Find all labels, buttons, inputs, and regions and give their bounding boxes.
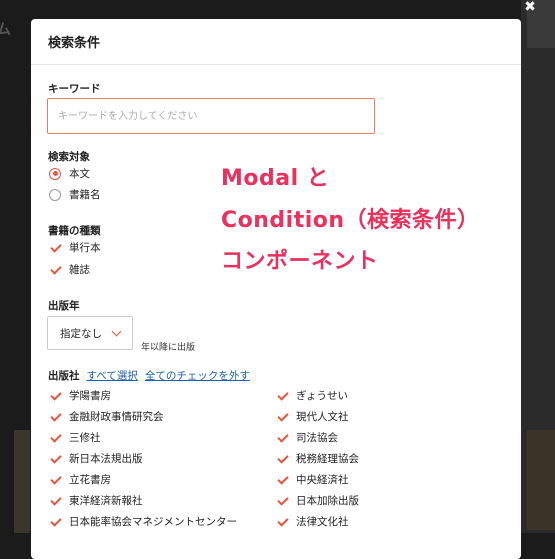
publisher-option-label: 学陽書房 (69, 390, 111, 402)
publisher-option-label: 司法協会 (296, 432, 338, 444)
checkmark-icon (277, 390, 288, 401)
publisher-option-label: 日本加除出版 (296, 495, 359, 507)
target-label: 検索対象 (48, 151, 90, 163)
publisher-option[interactable]: 立花書房 (50, 472, 111, 487)
keyword-input[interactable] (47, 98, 375, 134)
publisher-option-label: 中央経済社 (296, 474, 349, 486)
chevron-down-icon (111, 326, 122, 337)
publisher-option[interactable]: 司法協会 (277, 430, 338, 445)
publisher-option-label: 三修社 (69, 432, 101, 444)
publisher-option-label: 日本能率協会マネジメントセンター (69, 516, 237, 528)
target-option-label: 書籍名 (69, 189, 101, 201)
target-option-label: 本文 (69, 168, 90, 180)
checkmark-icon (50, 495, 61, 506)
overlay-caption-line2: Condition（検索条件） (221, 208, 480, 233)
checkmark-icon (50, 432, 61, 443)
background-right-strip (521, 0, 555, 533)
book-type-option-label: 単行本 (69, 242, 101, 254)
checkmark-icon (277, 432, 288, 443)
publisher-label: 出版社 (48, 370, 80, 382)
checkmark-icon (50, 390, 61, 401)
publisher-option[interactable]: 日本能率協会マネジメントセンター (50, 514, 237, 529)
background-book-cover (527, 430, 555, 530)
book-type-label: 書籍の種類 (48, 225, 101, 237)
checkmark-icon (50, 411, 61, 422)
publisher-option-label: 新日本法規出版 (69, 453, 143, 465)
target-option-title[interactable]: 書籍名 (49, 187, 101, 202)
checkmark-icon (277, 495, 288, 506)
publisher-option-label: 法律文化社 (296, 516, 349, 528)
background-book-cover (14, 430, 30, 533)
publisher-option-label: 東洋経済新報社 (69, 495, 143, 507)
publisher-option[interactable]: 三修社 (50, 430, 101, 445)
publisher-option[interactable]: 中央経済社 (277, 472, 349, 487)
publisher-option[interactable]: 学陽書房 (50, 388, 111, 403)
checkmark-icon (277, 453, 288, 464)
publisher-option[interactable]: 日本加除出版 (277, 493, 359, 508)
publisher-option[interactable]: 法律文化社 (277, 514, 349, 529)
publisher-option[interactable]: 税務経理協会 (277, 451, 359, 466)
year-suffix: 年以降に出版 (141, 343, 196, 353)
publisher-option[interactable]: 金融財政事情研究会 (50, 409, 164, 424)
publisher-option[interactable]: 新日本法規出版 (50, 451, 143, 466)
keyword-label: キーワード (48, 83, 101, 95)
checkmark-icon (50, 242, 61, 253)
book-type-option-magazine[interactable]: 雑誌 (50, 262, 90, 277)
publisher-option[interactable]: 東洋経済新報社 (50, 493, 143, 508)
search-condition-modal: 検索条件 キーワード 検索対象 本文 書籍名 書籍の種類 単行本 雑誌 出版年 … (31, 19, 521, 559)
select-all-link[interactable]: すべて選択 (87, 368, 138, 383)
year-label: 出版年 (48, 300, 80, 312)
book-type-option-tankobon[interactable]: 単行本 (50, 240, 101, 255)
checkmark-icon (50, 474, 61, 485)
book-type-option-label: 雑誌 (69, 264, 90, 276)
radio-selected-icon (49, 167, 61, 180)
overlay-caption-line1: Modal と (221, 166, 330, 191)
checkmark-icon (50, 264, 61, 275)
target-option-body[interactable]: 本文 (49, 166, 90, 181)
background-title-fragment: ム (0, 20, 12, 38)
checkmark-icon (277, 474, 288, 485)
clear-all-link[interactable]: 全てのチェックを外す (145, 368, 250, 383)
checkmark-icon (277, 411, 288, 422)
year-select-value: 指定なし (60, 327, 102, 340)
checkmark-icon (50, 453, 61, 464)
year-select[interactable]: 指定なし (47, 316, 133, 350)
publisher-option-label: 税務経理協会 (296, 453, 359, 465)
radio-unselected-icon (49, 188, 61, 201)
publisher-option[interactable]: ぎょうせい (277, 388, 348, 403)
publisher-option-label: 金融財政事情研究会 (69, 411, 164, 423)
publisher-option-label: 立花書房 (69, 474, 111, 486)
publisher-option[interactable]: 現代人文社 (277, 409, 349, 424)
publisher-option-label: ぎょうせい (296, 390, 348, 402)
close-icon[interactable]: ✖ (523, 0, 537, 14)
publisher-header: 出版社 すべて選択 全てのチェックを外す (48, 368, 250, 383)
modal-title: 検索条件 (31, 19, 521, 65)
overlay-caption-line3: コンポーネント (221, 249, 379, 274)
publisher-option-label: 現代人文社 (296, 411, 349, 423)
checkmark-icon (50, 516, 61, 527)
checkmark-icon (277, 516, 288, 527)
